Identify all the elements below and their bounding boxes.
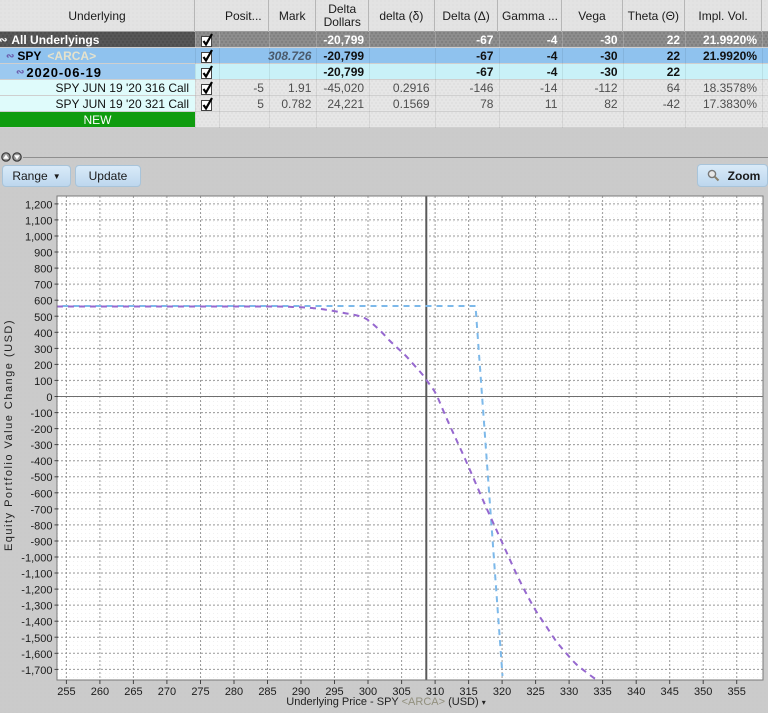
svg-text:-1,200: -1,200 [21, 585, 52, 597]
svg-text:-700: -700 [30, 504, 52, 516]
svg-text:-900: -900 [30, 537, 52, 549]
svg-text:350: 350 [694, 686, 712, 698]
svg-text:-1,500: -1,500 [21, 633, 52, 645]
svg-text:280: 280 [225, 686, 243, 698]
svg-text:800: 800 [34, 264, 52, 276]
svg-text:200: 200 [34, 360, 52, 372]
svg-text:-1,700: -1,700 [21, 665, 52, 677]
svg-text:255: 255 [57, 686, 75, 698]
svg-text:355: 355 [728, 686, 746, 698]
svg-text:270: 270 [158, 686, 176, 698]
svg-text:-1,100: -1,100 [21, 569, 52, 581]
svg-text:900: 900 [34, 248, 52, 260]
svg-text:Underlying Price - SPY <ARCA>: Underlying Price - SPY <ARCA> (USD) ▾ [286, 696, 485, 708]
svg-text:100: 100 [34, 376, 52, 388]
svg-text:-200: -200 [30, 424, 52, 436]
svg-text:325: 325 [526, 686, 544, 698]
svg-text:300: 300 [34, 344, 52, 356]
svg-text:1,200: 1,200 [25, 199, 53, 211]
svg-text:400: 400 [34, 328, 52, 340]
svg-text:320: 320 [493, 686, 511, 698]
svg-text:1,100: 1,100 [25, 215, 53, 227]
svg-text:275: 275 [191, 686, 209, 698]
svg-text:330: 330 [560, 686, 578, 698]
svg-text:-400: -400 [30, 456, 52, 468]
svg-text:265: 265 [124, 686, 142, 698]
svg-text:-1,600: -1,600 [21, 649, 52, 661]
svg-text:-600: -600 [30, 488, 52, 500]
svg-text:500: 500 [34, 312, 52, 324]
svg-text:340: 340 [627, 686, 645, 698]
svg-text:-1,000: -1,000 [21, 553, 52, 565]
svg-text:-800: -800 [30, 520, 52, 532]
svg-text:-300: -300 [30, 440, 52, 452]
svg-text:345: 345 [661, 686, 679, 698]
svg-text:0: 0 [46, 392, 52, 404]
svg-text:335: 335 [593, 686, 611, 698]
svg-text:700: 700 [34, 280, 52, 292]
svg-text:600: 600 [34, 296, 52, 308]
svg-text:260: 260 [91, 686, 109, 698]
svg-text:1,000: 1,000 [25, 232, 53, 244]
svg-text:-100: -100 [30, 408, 52, 420]
svg-text:-500: -500 [30, 472, 52, 484]
svg-text:-1,300: -1,300 [21, 601, 52, 613]
svg-text:-1,400: -1,400 [21, 617, 52, 629]
svg-text:Equity Portfolio Value Change: Equity Portfolio Value Change (USD) [3, 319, 15, 551]
svg-text:285: 285 [258, 686, 276, 698]
